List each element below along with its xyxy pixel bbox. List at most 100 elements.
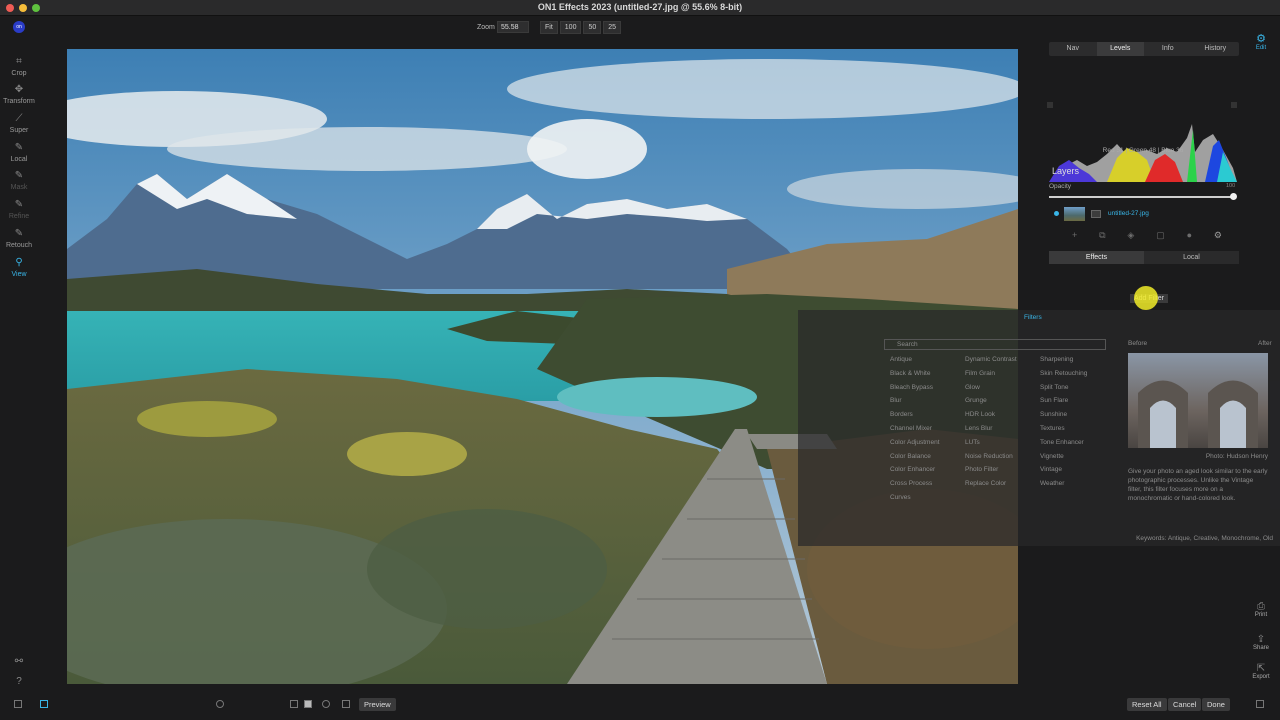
view-mode-2-icon[interactable] <box>304 700 312 708</box>
preview-before-label: Before <box>1128 340 1148 347</box>
duplicate-layer-icon[interactable]: ⧉ <box>1099 230 1105 241</box>
mask-layer-icon[interactable]: ◈ <box>1127 230 1134 241</box>
tool-label: Transform <box>3 98 35 105</box>
filter-item-sunshine[interactable]: Sunshine <box>1040 408 1087 422</box>
tool-transform[interactable]: ✥ Transform <box>0 84 38 105</box>
tool-label: Super <box>9 127 29 134</box>
tool-super[interactable]: ⟋ Super <box>0 113 38 134</box>
opacity-slider-handle[interactable] <box>1230 193 1237 200</box>
filter-item-channel-mixer[interactable]: Channel Mixer <box>890 422 940 436</box>
filter-item-luts[interactable]: LUTs <box>965 436 1017 450</box>
tool-bottom-1[interactable]: ⚯ <box>0 656 38 670</box>
compare-view-icon[interactable] <box>40 700 48 708</box>
effects-local-tabs: Effects Local <box>1049 251 1239 264</box>
view-mode-4-icon[interactable] <box>342 700 350 708</box>
panel-collapse-icon[interactable] <box>1256 700 1264 708</box>
view-mode-1-icon[interactable] <box>290 700 298 708</box>
panel-toggle-icon[interactable] <box>14 700 22 708</box>
brush-size-icon[interactable] <box>216 700 224 708</box>
filter-item-replace-color[interactable]: Replace Color <box>965 477 1017 491</box>
zoom-100-button[interactable]: 100 <box>559 21 582 34</box>
filter-item-color-adjustment[interactable]: Color Adjustment <box>890 436 940 450</box>
filter-item-noise-reduction[interactable]: Noise Reduction <box>965 450 1017 464</box>
share-button[interactable]: ⇪ Share <box>1248 634 1274 651</box>
layer-visibility-icon[interactable] <box>1054 211 1059 216</box>
tool-refine[interactable]: ✎ Refine <box>0 199 38 220</box>
layer-mask-icon[interactable] <box>1091 210 1101 218</box>
zoom-50-button[interactable]: 50 <box>583 21 602 34</box>
filter-item-black-white[interactable]: Black & White <box>890 367 940 381</box>
filter-item-cross-process[interactable]: Cross Process <box>890 477 940 491</box>
merge-layer-icon[interactable]: ▢ <box>1156 230 1165 241</box>
tool-label: Local <box>10 156 28 163</box>
opacity-slider[interactable] <box>1049 196 1233 198</box>
tab-local[interactable]: Local <box>1144 251 1239 264</box>
tool-view[interactable]: ⚲ View <box>0 257 38 278</box>
filter-search-input[interactable]: Search <box>884 339 1106 350</box>
tool-crop[interactable]: ⌗ Crop <box>0 56 38 77</box>
delete-layer-icon[interactable]: ● <box>1187 230 1192 241</box>
filter-item-textures[interactable]: Textures <box>1040 422 1087 436</box>
filter-item-glow[interactable]: Glow <box>965 381 1017 395</box>
tab-info[interactable]: Info <box>1144 42 1192 56</box>
filter-item-weather[interactable]: Weather <box>1040 477 1087 491</box>
tab-nav[interactable]: Nav <box>1049 42 1097 56</box>
filter-item-blur[interactable]: Blur <box>890 394 940 408</box>
zoom-25-button[interactable]: 25 <box>603 21 622 34</box>
filter-item-photo-filter[interactable]: Photo Filter <box>965 463 1017 477</box>
tool-mask[interactable]: ✎ Mask <box>0 170 38 191</box>
zoom-fit-button[interactable]: Fit <box>540 21 558 34</box>
panel-tabs: Nav Levels Info History <box>1049 42 1239 56</box>
filter-item-bleach-bypass[interactable]: Bleach Bypass <box>890 381 940 395</box>
bridge-preview-graphic <box>1138 380 1258 448</box>
view-mode-3-icon[interactable] <box>322 700 330 708</box>
tab-levels[interactable]: Levels <box>1096 42 1144 56</box>
filter-item-sharpening[interactable]: Sharpening <box>1040 353 1087 367</box>
pan-icon: ⚯ <box>14 656 24 667</box>
filter-item-dynamic-contrast[interactable]: Dynamic Contrast <box>965 353 1017 367</box>
tool-local[interactable]: ✎ Local <box>0 142 38 163</box>
on1-logo-icon: on <box>13 21 25 33</box>
gear-icon: ⚙ <box>1256 33 1266 45</box>
layer-row[interactable]: untitled-27.jpg <box>1042 205 1244 223</box>
shadow-clip-indicator <box>1047 102 1053 108</box>
tab-history[interactable]: History <box>1192 42 1240 56</box>
filter-item-vignette[interactable]: Vignette <box>1040 450 1087 464</box>
reset-all-button[interactable]: Reset All <box>1127 698 1167 711</box>
cancel-button[interactable]: Cancel <box>1168 698 1202 711</box>
brush-icon: ✎ <box>14 142 24 153</box>
filter-item-grunge[interactable]: Grunge <box>965 394 1017 408</box>
filter-item-skin-retouching[interactable]: Skin Retouching <box>1040 367 1087 381</box>
export-label: Export <box>1252 674 1270 680</box>
tool-label: Crop <box>11 70 27 77</box>
filter-item-sun-flare[interactable]: Sun Flare <box>1040 394 1087 408</box>
tab-effects[interactable]: Effects <box>1049 251 1144 264</box>
filter-item-color-balance[interactable]: Color Balance <box>890 450 940 464</box>
done-button[interactable]: Done <box>1202 698 1230 711</box>
export-button[interactable]: ⇱ Export <box>1248 663 1274 680</box>
filter-item-tone-enhancer[interactable]: Tone Enhancer <box>1040 436 1087 450</box>
transform-icon: ✥ <box>14 84 24 95</box>
filter-item-split-tone[interactable]: Split Tone <box>1040 381 1087 395</box>
filter-item-color-enhancer[interactable]: Color Enhancer <box>890 463 940 477</box>
preview-button[interactable]: Preview <box>359 698 396 711</box>
add-layer-icon[interactable]: + <box>1072 230 1077 241</box>
help-button[interactable]: ? <box>0 676 38 690</box>
tool-retouch[interactable]: ✎ Retouch <box>0 228 38 249</box>
filter-item-curves[interactable]: Curves <box>890 491 940 505</box>
layer-name: untitled-27.jpg <box>1108 210 1149 217</box>
layer-settings-icon[interactable]: ⚙ <box>1214 230 1222 241</box>
filter-item-lens-blur[interactable]: Lens Blur <box>965 422 1017 436</box>
edit-module[interactable]: ⚙ Edit <box>1254 32 1268 51</box>
zoom-input[interactable]: 55.58 <box>497 21 529 33</box>
filter-item-vintage[interactable]: Vintage <box>1040 463 1087 477</box>
print-button[interactable]: ⎙ Print <box>1248 601 1274 618</box>
filter-item-antique[interactable]: Antique <box>890 353 940 367</box>
retouch-icon: ✎ <box>14 228 24 239</box>
window-title: ON1 Effects 2023 (untitled-27.jpg @ 55.6… <box>537 2 743 12</box>
filter-item-film-grain[interactable]: Film Grain <box>965 367 1017 381</box>
printer-icon: ⎙ <box>1257 601 1265 612</box>
opacity-value: 100 <box>1226 183 1236 189</box>
filter-item-hdr-look[interactable]: HDR Look <box>965 408 1017 422</box>
filter-item-borders[interactable]: Borders <box>890 408 940 422</box>
